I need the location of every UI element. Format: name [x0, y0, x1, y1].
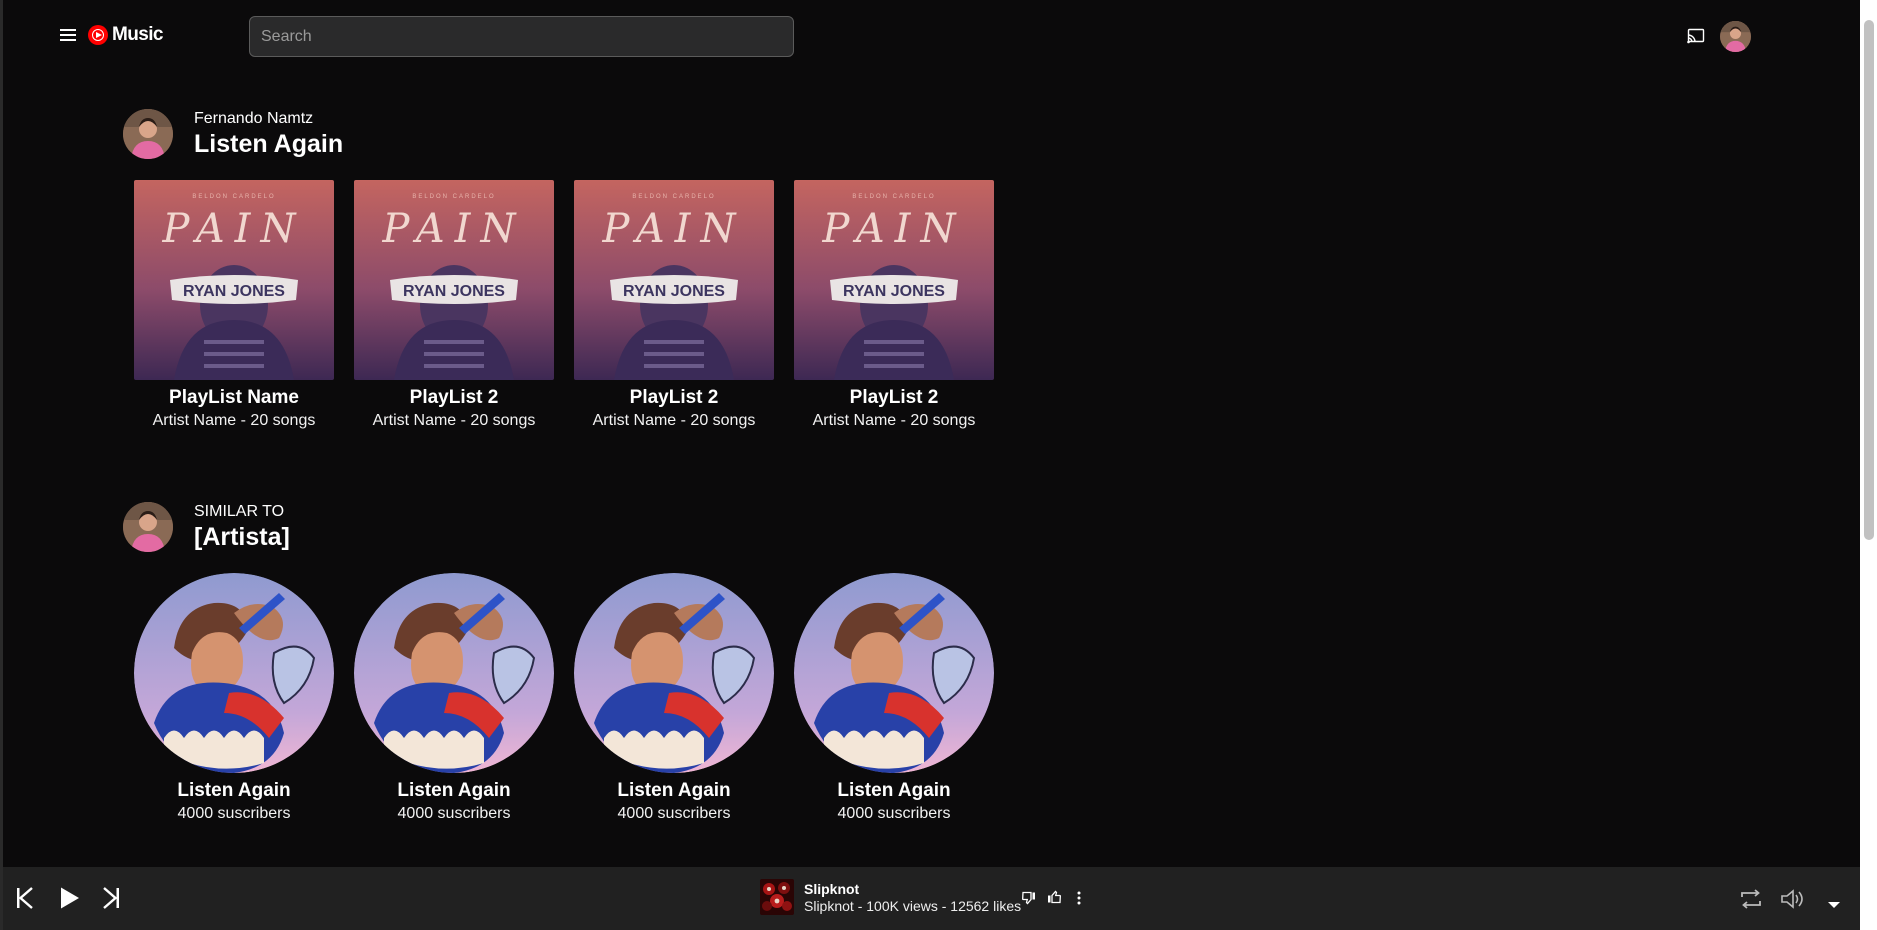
cover-top-text: BELDON CARDELO [192, 194, 275, 200]
playlist-card[interactable]: BELDON CARDELO PAIN RYAN JONES PlayList … [354, 180, 554, 431]
artist-card[interactable]: Listen Again 4000 suscribers [574, 573, 774, 824]
playlist-card[interactable]: BELDON CARDELO PAIN RYAN JONES PlayList … [794, 180, 994, 431]
skip-previous-icon[interactable] [16, 887, 34, 914]
card-title[interactable]: Listen Again [794, 780, 994, 802]
card-subtitle: 4000 suscribers [397, 805, 511, 822]
cover-top-text: BELDON CARDELO [412, 194, 495, 200]
cover-band: RYAN JONES [183, 283, 285, 300]
search-input[interactable] [249, 16, 794, 57]
window-frame-left [0, 0, 3, 930]
album-cover[interactable]: BELDON CARDELO PAIN RYAN JONES [574, 180, 774, 380]
artist-card[interactable]: Listen Again 4000 suscribers [354, 573, 554, 824]
playlist-card[interactable]: BELDON CARDELO PAIN RYAN JONES PlayList … [574, 180, 774, 431]
album-cover[interactable]: BELDON CARDELO PAIN RYAN JONES [134, 180, 334, 380]
artist-image[interactable] [354, 573, 554, 773]
card-subtitle: 4000 suscribers [617, 805, 731, 822]
scrollbar-thumb[interactable] [1864, 20, 1874, 540]
card-title[interactable]: Listen Again [574, 780, 774, 802]
card-subtitle: Artist Name - 20 songs [152, 412, 316, 429]
play-logo-icon [88, 25, 108, 45]
play-icon[interactable] [59, 886, 81, 915]
cover-word: PAIN [822, 206, 966, 252]
card-title[interactable]: PlayList 2 [574, 387, 774, 409]
playlist-carousel: BELDON CARDELO PAIN RYAN JONES PlayList … [134, 180, 994, 431]
album-cover[interactable]: BELDON CARDELO PAIN RYAN JONES [794, 180, 994, 380]
artist-carousel: Listen Again 4000 suscribers Listen Agai… [134, 573, 994, 824]
section-avatar [123, 109, 173, 159]
section-subtitle: Fernando Namtz [194, 109, 314, 127]
artist-card[interactable]: Listen Again 4000 suscribers [794, 573, 994, 824]
section-header-listen-again: Fernando Namtz Listen Again [123, 109, 343, 159]
thumb-down-icon[interactable] [1022, 891, 1036, 910]
track-title[interactable]: Slipknot [804, 881, 859, 897]
card-title[interactable]: PlayList 2 [354, 387, 554, 409]
card-title[interactable]: PlayList Name [134, 387, 334, 409]
card-title[interactable]: Listen Again [134, 780, 334, 802]
top-bar: Music [0, 0, 1860, 74]
card-subtitle: Artist Name - 20 songs [592, 412, 756, 429]
cover-word: PAIN [382, 206, 526, 252]
card-subtitle: Artist Name - 20 songs [372, 412, 536, 429]
cover-top-text: BELDON CARDELO [632, 194, 715, 200]
playlist-card[interactable]: BELDON CARDELO PAIN RYAN JONES PlayList … [134, 180, 334, 431]
player-bar: Slipknot Slipknot - 100K views - 12562 l… [3, 867, 1860, 930]
app-logo[interactable]: Music [88, 24, 163, 46]
cast-icon[interactable] [1687, 28, 1705, 44]
cover-word: PAIN [602, 206, 746, 252]
volume-icon[interactable] [1780, 887, 1804, 916]
menu-icon[interactable] [58, 27, 78, 45]
logo-text: Music [112, 24, 163, 45]
caret-down-icon[interactable] [1827, 896, 1841, 914]
cover-word: PAIN [162, 206, 306, 252]
album-cover[interactable]: BELDON CARDELO PAIN RYAN JONES [354, 180, 554, 380]
section-subtitle: SIMILAR TO [194, 502, 285, 520]
cover-top-text: BELDON CARDELO [852, 194, 935, 200]
more-vert-icon[interactable] [1077, 891, 1081, 910]
skip-next-icon[interactable] [102, 887, 120, 914]
card-subtitle: 4000 suscribers [837, 805, 951, 822]
track-meta: Slipknot - 100K views - 12562 likes [804, 898, 1022, 914]
cover-band: RYAN JONES [843, 283, 945, 300]
card-title[interactable]: Listen Again [354, 780, 554, 802]
cover-band: RYAN JONES [403, 283, 505, 300]
now-playing-thumbnail[interactable] [760, 879, 794, 915]
artist-card[interactable]: Listen Again 4000 suscribers [134, 573, 334, 824]
artist-image[interactable] [574, 573, 774, 773]
card-subtitle: 4000 suscribers [177, 805, 291, 822]
section-avatar [123, 502, 173, 552]
thumb-up-icon[interactable] [1047, 890, 1061, 909]
section-title[interactable]: Listen Again [194, 129, 343, 159]
card-title[interactable]: PlayList 2 [794, 387, 994, 409]
card-subtitle: Artist Name - 20 songs [812, 412, 976, 429]
section-title[interactable]: [Artista] [194, 522, 290, 552]
artist-image[interactable] [794, 573, 994, 773]
repeat-icon[interactable] [1739, 887, 1763, 916]
account-avatar[interactable] [1720, 21, 1751, 52]
section-header-similar-to: SIMILAR TO [Artista] [123, 502, 290, 552]
cover-band: RYAN JONES [623, 283, 725, 300]
artist-image[interactable] [134, 573, 334, 773]
